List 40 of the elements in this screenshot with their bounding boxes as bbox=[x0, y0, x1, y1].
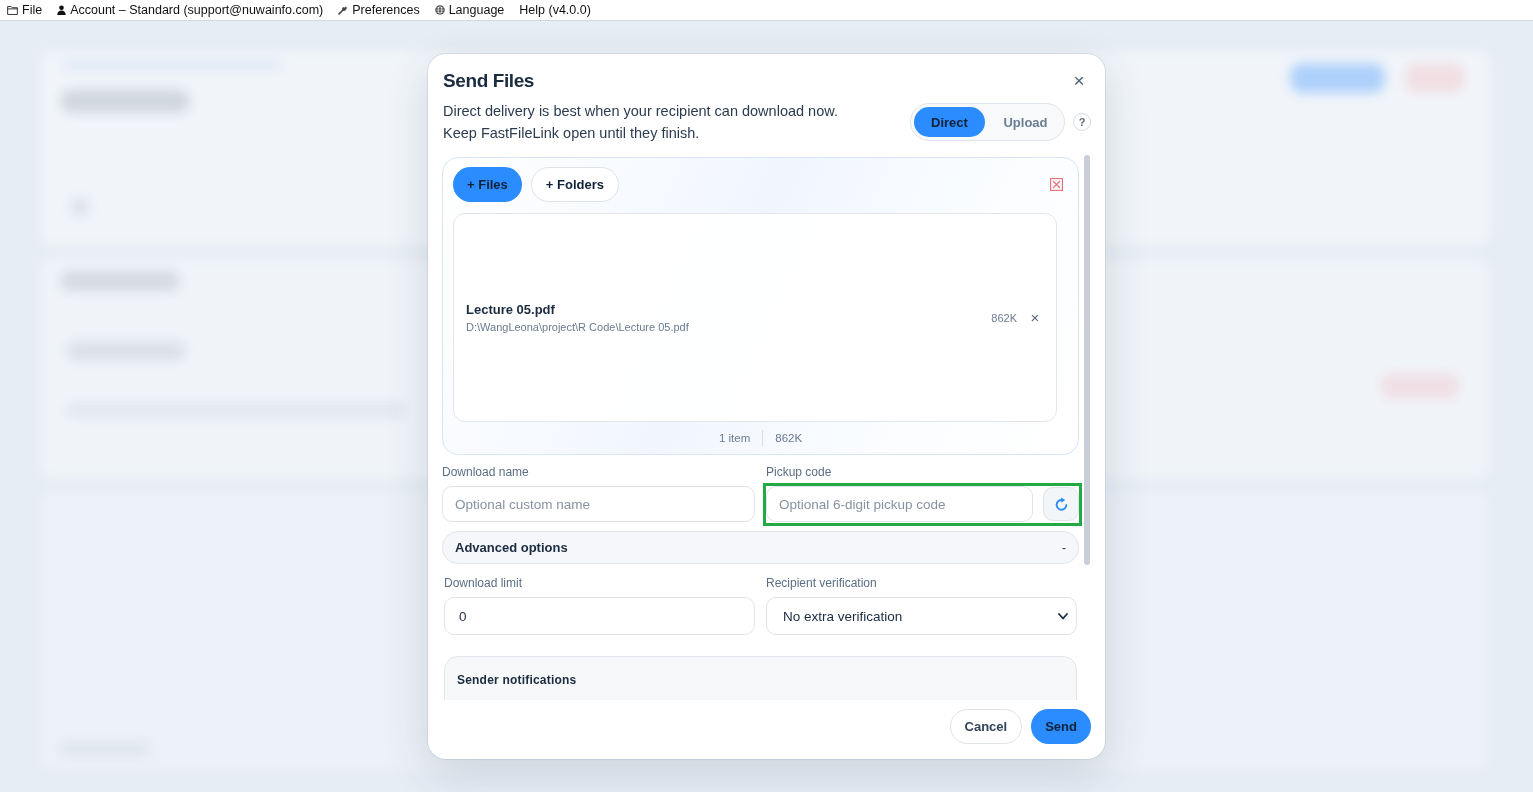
person-icon bbox=[57, 5, 67, 15]
scrollbar-thumb[interactable] bbox=[1084, 155, 1090, 565]
verification-select[interactable]: No extra verification bbox=[766, 597, 1077, 635]
crossed-box-icon[interactable] bbox=[1050, 178, 1063, 191]
mode-tab[interactable]: Direct bbox=[914, 107, 985, 137]
section-title: Sender notifications bbox=[457, 673, 577, 687]
mode-tab[interactable]: Upload bbox=[990, 107, 1061, 137]
advanced-options-toggle[interactable]: Advanced options - bbox=[442, 531, 1079, 564]
pickup-code-field[interactable]: Optional 6-digit pickup code bbox=[766, 486, 1033, 522]
description-text: Direct delivery is best when your recipient can download now. Keep FastFileLink open until they finish. bbox=[442, 102, 838, 143]
help-button[interactable]: ? bbox=[1073, 113, 1091, 131]
file-path: D:\WangLeona\project\R Code\Lecture 05.pdf bbox=[466, 319, 689, 335]
field-label: Pickup code bbox=[766, 464, 833, 480]
menu-item[interactable]: Preferences bbox=[338, 1, 420, 19]
download-limit-field[interactable]: 0 bbox=[444, 597, 755, 635]
menu-item[interactable]: Language bbox=[434, 1, 505, 19]
menu-item[interactable]: Account – Standard (support@nuwainfo.com) bbox=[57, 1, 324, 19]
field-label: Download limit bbox=[444, 575, 524, 591]
add-button[interactable]: + Folders bbox=[530, 167, 619, 202]
file-name: Lecture 05.pdf bbox=[466, 300, 555, 319]
close-button[interactable]: × bbox=[1070, 72, 1088, 90]
menu-item[interactable]: Help (v4.0.0) bbox=[519, 1, 591, 19]
field-label: Recipient verification bbox=[766, 575, 878, 591]
dialog-title: Send Files bbox=[442, 69, 535, 93]
folder-icon bbox=[7, 5, 18, 15]
add-button[interactable]: + Files bbox=[453, 167, 522, 202]
total-size: 862K bbox=[775, 431, 803, 446]
globe-icon bbox=[434, 5, 445, 15]
field-label: Download name bbox=[442, 464, 530, 480]
download-name-field[interactable]: Optional custom name bbox=[442, 486, 755, 522]
chevron-down-icon bbox=[1058, 612, 1068, 620]
regenerate-button[interactable] bbox=[1043, 487, 1079, 521]
menu-item[interactable]: File bbox=[7, 1, 43, 19]
refresh-icon bbox=[1053, 496, 1069, 512]
remove-file-button[interactable]: × bbox=[1028, 309, 1042, 326]
item-count: 1 item bbox=[718, 431, 751, 446]
dialog-button[interactable]: Send bbox=[1031, 709, 1091, 744]
wrench-icon bbox=[338, 5, 349, 15]
file-size: 862K bbox=[991, 310, 1017, 326]
dialog-button[interactable]: Cancel bbox=[949, 709, 1023, 744]
